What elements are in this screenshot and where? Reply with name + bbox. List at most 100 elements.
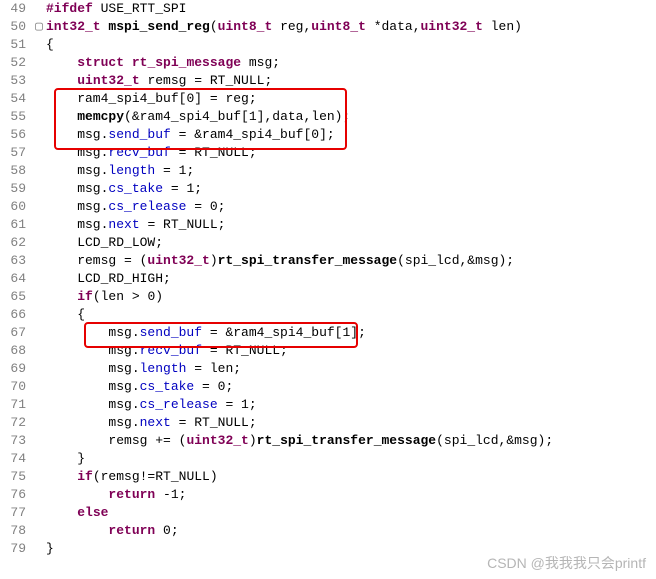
code-line[interactable]: 79}: [0, 540, 656, 558]
code-content[interactable]: LCD_RD_HIGH;: [46, 270, 656, 288]
code-line[interactable]: 61 msg.next = RT_NULL;: [0, 216, 656, 234]
line-number: 75: [0, 468, 32, 486]
fold-indicator: [32, 522, 46, 540]
code-content[interactable]: uint32_t remsg = RT_NULL;: [46, 72, 656, 90]
line-number: 78: [0, 522, 32, 540]
code-line[interactable]: 52 struct rt_spi_message msg;: [0, 54, 656, 72]
fold-indicator: [32, 198, 46, 216]
fold-indicator: [32, 180, 46, 198]
code-content[interactable]: else: [46, 504, 656, 522]
code-content[interactable]: return 0;: [46, 522, 656, 540]
code-line[interactable]: 55 memcpy(&ram4_spi4_buf[1],data,len);: [0, 108, 656, 126]
code-content[interactable]: int32_t mspi_send_reg(uint8_t reg,uint8_…: [46, 18, 656, 36]
fold-indicator: [32, 432, 46, 450]
code-line[interactable]: 60 msg.cs_release = 0;: [0, 198, 656, 216]
fold-indicator: [32, 234, 46, 252]
code-content[interactable]: msg.length = 1;: [46, 162, 656, 180]
code-content[interactable]: msg.send_buf = &ram4_spi4_buf[0];: [46, 126, 656, 144]
code-line[interactable]: 74 }: [0, 450, 656, 468]
fold-indicator: [32, 108, 46, 126]
fold-indicator: [32, 378, 46, 396]
code-line[interactable]: 75 if(remsg!=RT_NULL): [0, 468, 656, 486]
line-number: 62: [0, 234, 32, 252]
code-content[interactable]: struct rt_spi_message msg;: [46, 54, 656, 72]
code-line[interactable]: 78 return 0;: [0, 522, 656, 540]
code-line[interactable]: 76 return -1;: [0, 486, 656, 504]
line-number: 56: [0, 126, 32, 144]
fold-indicator: [32, 0, 46, 18]
code-content[interactable]: msg.recv_buf = RT_NULL;: [46, 144, 656, 162]
code-line[interactable]: 63 remsg = (uint32_t)rt_spi_transfer_mes…: [0, 252, 656, 270]
code-line[interactable]: 64 LCD_RD_HIGH;: [0, 270, 656, 288]
fold-indicator[interactable]: ▢: [32, 18, 46, 36]
fold-indicator: [32, 360, 46, 378]
fold-indicator: [32, 468, 46, 486]
code-content[interactable]: remsg = (uint32_t)rt_spi_transfer_messag…: [46, 252, 656, 270]
code-content[interactable]: msg.send_buf = &ram4_spi4_buf[1];: [46, 324, 656, 342]
code-line[interactable]: 62 LCD_RD_LOW;: [0, 234, 656, 252]
fold-indicator: [32, 306, 46, 324]
code-line[interactable]: 65 if(len > 0): [0, 288, 656, 306]
code-content[interactable]: }: [46, 450, 656, 468]
line-number: 73: [0, 432, 32, 450]
line-number: 52: [0, 54, 32, 72]
code-line[interactable]: 68 msg.recv_buf = RT_NULL;: [0, 342, 656, 360]
code-content[interactable]: msg.cs_release = 1;: [46, 396, 656, 414]
code-line[interactable]: 49#ifdef USE_RTT_SPI: [0, 0, 656, 18]
fold-indicator: [32, 396, 46, 414]
line-number: 67: [0, 324, 32, 342]
line-number: 66: [0, 306, 32, 324]
code-line[interactable]: 59 msg.cs_take = 1;: [0, 180, 656, 198]
code-line[interactable]: 77 else: [0, 504, 656, 522]
code-content[interactable]: msg.recv_buf = RT_NULL;: [46, 342, 656, 360]
fold-indicator: [32, 504, 46, 522]
line-number: 70: [0, 378, 32, 396]
line-number: 59: [0, 180, 32, 198]
line-number: 65: [0, 288, 32, 306]
line-number: 76: [0, 486, 32, 504]
code-content[interactable]: remsg += (uint32_t)rt_spi_transfer_messa…: [46, 432, 656, 450]
fold-indicator: [32, 270, 46, 288]
code-content[interactable]: }: [46, 540, 656, 558]
code-editor[interactable]: 49#ifdef USE_RTT_SPI50▢int32_t mspi_send…: [0, 0, 656, 558]
code-line[interactable]: 54 ram4_spi4_buf[0] = reg;: [0, 90, 656, 108]
fold-indicator: [32, 36, 46, 54]
code-content[interactable]: msg.next = RT_NULL;: [46, 414, 656, 432]
code-content[interactable]: return -1;: [46, 486, 656, 504]
code-content[interactable]: LCD_RD_LOW;: [46, 234, 656, 252]
fold-indicator: [32, 288, 46, 306]
code-content[interactable]: msg.cs_take = 0;: [46, 378, 656, 396]
fold-indicator: [32, 450, 46, 468]
code-line[interactable]: 58 msg.length = 1;: [0, 162, 656, 180]
code-content[interactable]: #ifdef USE_RTT_SPI: [46, 0, 656, 18]
line-number: 57: [0, 144, 32, 162]
code-line[interactable]: 73 remsg += (uint32_t)rt_spi_transfer_me…: [0, 432, 656, 450]
line-number: 53: [0, 72, 32, 90]
code-line[interactable]: 50▢int32_t mspi_send_reg(uint8_t reg,uin…: [0, 18, 656, 36]
code-content[interactable]: memcpy(&ram4_spi4_buf[1],data,len);: [46, 108, 656, 126]
line-number: 60: [0, 198, 32, 216]
code-line[interactable]: 70 msg.cs_take = 0;: [0, 378, 656, 396]
code-content[interactable]: if(len > 0): [46, 288, 656, 306]
code-line[interactable]: 67 msg.send_buf = &ram4_spi4_buf[1];: [0, 324, 656, 342]
fold-indicator: [32, 126, 46, 144]
code-content[interactable]: msg.cs_release = 0;: [46, 198, 656, 216]
code-line[interactable]: 56 msg.send_buf = &ram4_spi4_buf[0];: [0, 126, 656, 144]
code-content[interactable]: msg.length = len;: [46, 360, 656, 378]
code-content[interactable]: {: [46, 36, 656, 54]
code-line[interactable]: 57 msg.recv_buf = RT_NULL;: [0, 144, 656, 162]
code-line[interactable]: 69 msg.length = len;: [0, 360, 656, 378]
code-content[interactable]: msg.cs_take = 1;: [46, 180, 656, 198]
code-line[interactable]: 71 msg.cs_release = 1;: [0, 396, 656, 414]
code-content[interactable]: msg.next = RT_NULL;: [46, 216, 656, 234]
code-line[interactable]: 72 msg.next = RT_NULL;: [0, 414, 656, 432]
fold-indicator: [32, 324, 46, 342]
fold-indicator: [32, 540, 46, 558]
code-line[interactable]: 51{: [0, 36, 656, 54]
code-line[interactable]: 53 uint32_t remsg = RT_NULL;: [0, 72, 656, 90]
code-content[interactable]: ram4_spi4_buf[0] = reg;: [46, 90, 656, 108]
line-number: 74: [0, 450, 32, 468]
code-content[interactable]: if(remsg!=RT_NULL): [46, 468, 656, 486]
code-line[interactable]: 66 {: [0, 306, 656, 324]
code-content[interactable]: {: [46, 306, 656, 324]
